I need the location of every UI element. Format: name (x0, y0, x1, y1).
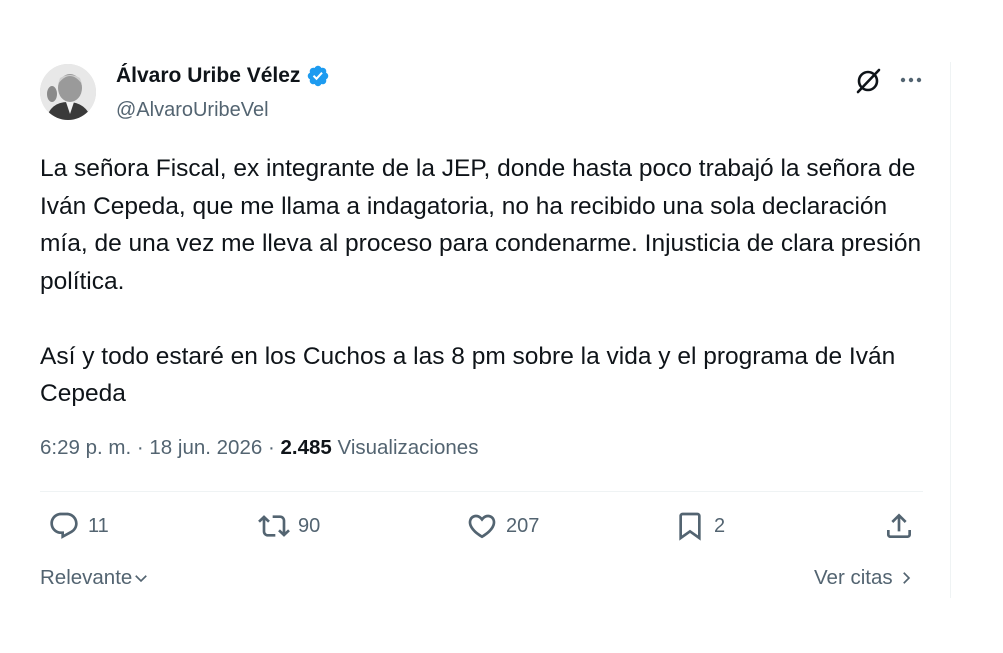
reply-icon (50, 512, 78, 539)
more-options-icon[interactable] (897, 66, 925, 94)
heart-icon (468, 514, 496, 539)
tweet-paragraph-2: Así y todo estaré en los Cuchos a las 8 … (40, 342, 896, 408)
sort-label: Relevante (40, 566, 133, 589)
tweet-paragraph-1: La señora Fiscal, ex integrante de la JE… (40, 155, 922, 295)
card-border (950, 62, 951, 598)
tweet-text: La señora Fiscal, ex integrante de la JE… (40, 150, 930, 413)
retweet-count: 90 (298, 514, 321, 537)
portrait-avatar-icon (40, 64, 96, 120)
like-count: 207 (506, 514, 540, 537)
divider (40, 491, 923, 492)
tweet-date[interactable]: 18 jun. 2026 (149, 436, 262, 459)
tweet-card: Álvaro Uribe Vélez @AlvaroUribeVel La se… (0, 0, 1003, 653)
share-icon (887, 513, 911, 538)
bookmark-count: 2 (714, 514, 726, 537)
bookmark-button[interactable]: 2 (674, 510, 725, 542)
grok-icon[interactable] (853, 66, 883, 96)
avatar[interactable] (40, 64, 96, 120)
reply-count: 11 (88, 514, 109, 537)
tweet-meta: 6:29 p. m. · 18 jun. 2026 · 2.485 Visual… (40, 436, 478, 460)
chevron-right-icon (902, 572, 910, 584)
like-button[interactable]: 207 (466, 510, 539, 542)
bookmark-icon (679, 512, 701, 541)
quotes-label: Ver citas (814, 566, 893, 589)
action-bar: 11 90 207 2 (40, 510, 923, 550)
author-handle[interactable]: @AlvaroUribeVel (116, 99, 269, 122)
views-count: 2.485 (280, 436, 332, 459)
meta-separator: · (136, 436, 150, 459)
author-name[interactable]: Álvaro Uribe Vélez (116, 64, 300, 88)
views-label: Visualizaciones (337, 436, 479, 459)
verified-badge-icon (308, 65, 329, 87)
retweet-button[interactable]: 90 (258, 510, 320, 542)
sort-dropdown[interactable]: Relevante (40, 566, 150, 590)
reply-button[interactable]: 11 (48, 510, 109, 542)
chevron-down-icon (135, 575, 148, 583)
retweet-icon (258, 515, 290, 537)
author-name-row[interactable]: Álvaro Uribe Vélez (116, 64, 330, 88)
view-quotes-link[interactable]: Ver citas (814, 566, 915, 590)
share-button[interactable] (883, 510, 915, 542)
tweet-time[interactable]: 6:29 p. m. (40, 436, 131, 459)
meta-separator: · (267, 436, 281, 459)
